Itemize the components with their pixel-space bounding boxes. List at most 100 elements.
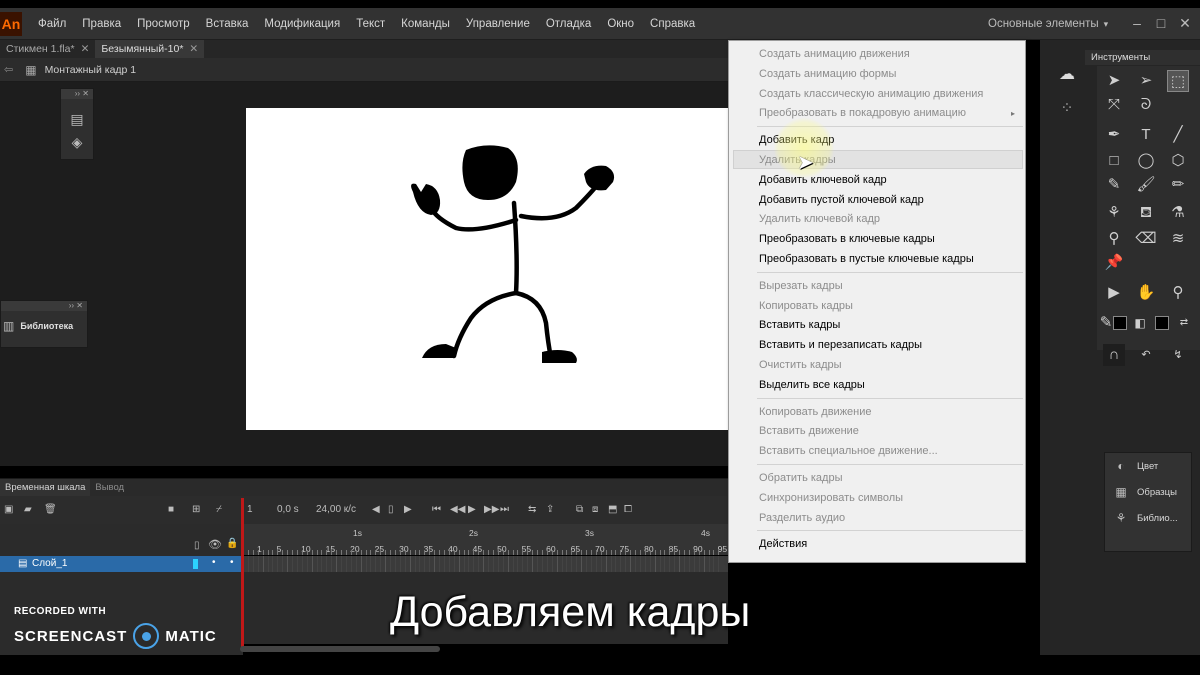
timeline-tab[interactable]: Вывод [90, 479, 129, 497]
context-menu-item[interactable]: Вставить специальное движение... [759, 442, 1021, 460]
layer-row[interactable]: ▤ Слой_1 • • [0, 556, 243, 572]
play-icon[interactable]: ▶ [468, 504, 476, 515]
close-icon[interactable]: ✕ [81, 40, 90, 58]
lasso-icon[interactable]: ᘐ [1135, 94, 1157, 116]
paint-brush-icon[interactable]: ✏ [1167, 174, 1189, 196]
maximize-icon[interactable]: □ [1154, 16, 1168, 30]
visibility-dot[interactable]: • [212, 557, 216, 568]
back-arrow-icon[interactable]: ⇦ [4, 63, 13, 76]
selection-arrow-icon[interactable]: ➤ [1103, 70, 1125, 92]
hand-icon[interactable]: ✋ [1135, 282, 1157, 304]
swatches-panel-item[interactable]: ▦ Образцы [1105, 479, 1191, 505]
brush-icon[interactable]: 🖌 [1135, 174, 1157, 196]
context-menu-item[interactable]: Обратить кадры [759, 469, 1021, 487]
pencil-icon[interactable]: ✎ [1103, 174, 1125, 196]
menu-item-6[interactable]: Команды [393, 18, 458, 30]
menu-item-1[interactable]: Правка [74, 18, 129, 30]
oval-icon[interactable]: ◯ [1135, 150, 1157, 172]
prev-keyframe-icon[interactable]: ◀ [372, 504, 380, 515]
timeline-scrollbar[interactable] [240, 646, 440, 652]
menu-item-2[interactable]: Просмотр [129, 18, 198, 30]
graph-icon[interactable]: ⌿ [216, 504, 222, 515]
fill-color-icon[interactable]: ◧ [1129, 312, 1151, 334]
insert-frames-icon[interactable]: ⧠ [624, 504, 632, 515]
pin-icon[interactable]: 📌 [1103, 252, 1125, 274]
layer-name[interactable]: Слой_1 [32, 558, 67, 569]
workspace-switcher[interactable]: Основные элементы ▾ [988, 8, 1108, 40]
context-menu-item[interactable]: Копировать кадры [759, 297, 1021, 315]
context-menu-item[interactable]: Вырезать кадры [759, 277, 1021, 295]
context-menu-item[interactable]: Преобразовать в пустые ключевые кадры [759, 250, 1021, 268]
text-tool-icon[interactable]: T [1135, 124, 1157, 146]
onion-outline-icon[interactable]: ⧉ [576, 504, 583, 515]
context-menu-item[interactable]: Добавить пустой ключевой кадр [759, 191, 1021, 209]
close-icon[interactable]: ✕ [189, 40, 198, 58]
straighten-icon[interactable]: ↯ [1167, 344, 1189, 366]
context-menu-item[interactable]: Вставить и перезаписать кадры [759, 336, 1021, 354]
line-tool-icon[interactable]: ╱ [1167, 124, 1189, 146]
frames-row[interactable] [243, 556, 728, 572]
context-menu-item[interactable]: Разделить аудио [759, 509, 1021, 527]
current-frame[interactable]: 1 [247, 504, 253, 515]
context-menu-item[interactable]: Выделить все кадры [759, 376, 1021, 394]
close-icon[interactable]: ✕ [1178, 16, 1192, 30]
context-menu-item[interactable]: Копировать движение [759, 403, 1021, 421]
frame-rate[interactable]: 24,00 к/с [316, 504, 356, 515]
document-tab[interactable]: Безымянный-10* ✕ [95, 40, 205, 58]
onion-markers-icon[interactable]: ⬒ [608, 504, 617, 515]
lock-icon[interactable]: 🔒 [226, 538, 238, 549]
context-menu-item[interactable]: Вставить движение [759, 422, 1021, 440]
menu-item-9[interactable]: Окно [599, 18, 642, 30]
zoom-icon[interactable]: ⚲ [1167, 282, 1189, 304]
align-icon[interactable]: ▤ [61, 111, 93, 128]
eye-icon[interactable]: 👁 [208, 538, 222, 551]
camera-icon[interactable]: ▶ [1103, 282, 1125, 304]
timeline-ruler[interactable]: 1s 2s 3s 4s 1 5 10 15 20 25 30 35 40 45 50 55 60 65 70 75 80… [243, 524, 752, 555]
context-menu-item[interactable]: Преобразовать в ключевые кадры [759, 230, 1021, 248]
loop-icon[interactable]: ⇆ [528, 504, 536, 515]
context-menu-item[interactable]: Вставить кадры [759, 316, 1021, 334]
lock-dot[interactable]: • [230, 557, 234, 568]
paint-bucket-icon[interactable]: ⛾ [1135, 202, 1157, 224]
context-menu-item[interactable]: Действия [759, 535, 1021, 553]
context-menu-item[interactable]: Создать анимацию движения [759, 45, 1021, 63]
stickman-drawing[interactable] [246, 108, 728, 430]
new-folder-icon[interactable]: ▰ [24, 504, 32, 515]
camera-icon[interactable]: ■ [168, 504, 174, 515]
delete-layer-icon[interactable]: 🗑 [44, 504, 57, 515]
color-panel-item[interactable]: ◐ Цвет [1105, 453, 1191, 479]
playhead[interactable] [241, 498, 244, 648]
fill-color-swatch[interactable] [1155, 316, 1169, 330]
menu-item-10[interactable]: Справка [642, 18, 703, 30]
width-tool-icon[interactable]: ≋ [1167, 228, 1189, 250]
timeline-tab[interactable]: Временная шкала [0, 479, 91, 497]
menu-item-0[interactable]: Файл [30, 18, 74, 30]
menu-item-7[interactable]: Управление [458, 18, 538, 30]
menu-item-4[interactable]: Модификация [256, 18, 348, 30]
context-menu-item[interactable]: Удалить ключевой кадр [759, 210, 1021, 228]
parent-view-icon[interactable]: ⊞ [192, 504, 200, 515]
context-menu-item[interactable]: Создать анимацию формы [759, 65, 1021, 83]
polystar-icon[interactable]: ⬡ [1167, 150, 1189, 172]
rectangle-icon[interactable]: □ [1103, 150, 1125, 172]
context-menu-item[interactable]: Синхронизировать символы [759, 489, 1021, 507]
onion-skin-icon[interactable]: ⇪ [546, 504, 554, 515]
motion-presets-icon[interactable]: ⁘ [1056, 98, 1078, 118]
subselection-icon[interactable]: ➢ [1135, 70, 1157, 92]
eyedropper-icon[interactable]: ⚲ [1103, 228, 1125, 250]
snap-magnet-icon[interactable]: ∩ [1103, 344, 1125, 366]
edit-multiple-icon[interactable]: ⧈ [592, 504, 598, 515]
context-menu-item[interactable]: Создать классическую анимацию движения [759, 85, 1021, 103]
bone-tool-icon[interactable]: ⚘ [1103, 202, 1125, 224]
document-tab[interactable]: Стикмен 1.fla* ✕ [0, 40, 95, 58]
menu-item-8[interactable]: Отладка [538, 18, 599, 30]
minimize-icon[interactable]: – [1130, 16, 1144, 30]
free-transform-icon[interactable]: ⬚ [1167, 70, 1189, 92]
current-time[interactable]: 0,0 s [277, 504, 299, 515]
go-to-last-icon[interactable]: ⏭ [500, 504, 509, 515]
context-menu-item[interactable]: Очистить кадры [759, 356, 1021, 374]
panel-header[interactable]: ›› ✕ [61, 89, 93, 99]
cc-libraries-icon[interactable]: ☁ [1056, 64, 1078, 84]
menu-item-3[interactable]: Вставка [198, 18, 257, 30]
library-label[interactable]: Библиотека [20, 321, 73, 331]
